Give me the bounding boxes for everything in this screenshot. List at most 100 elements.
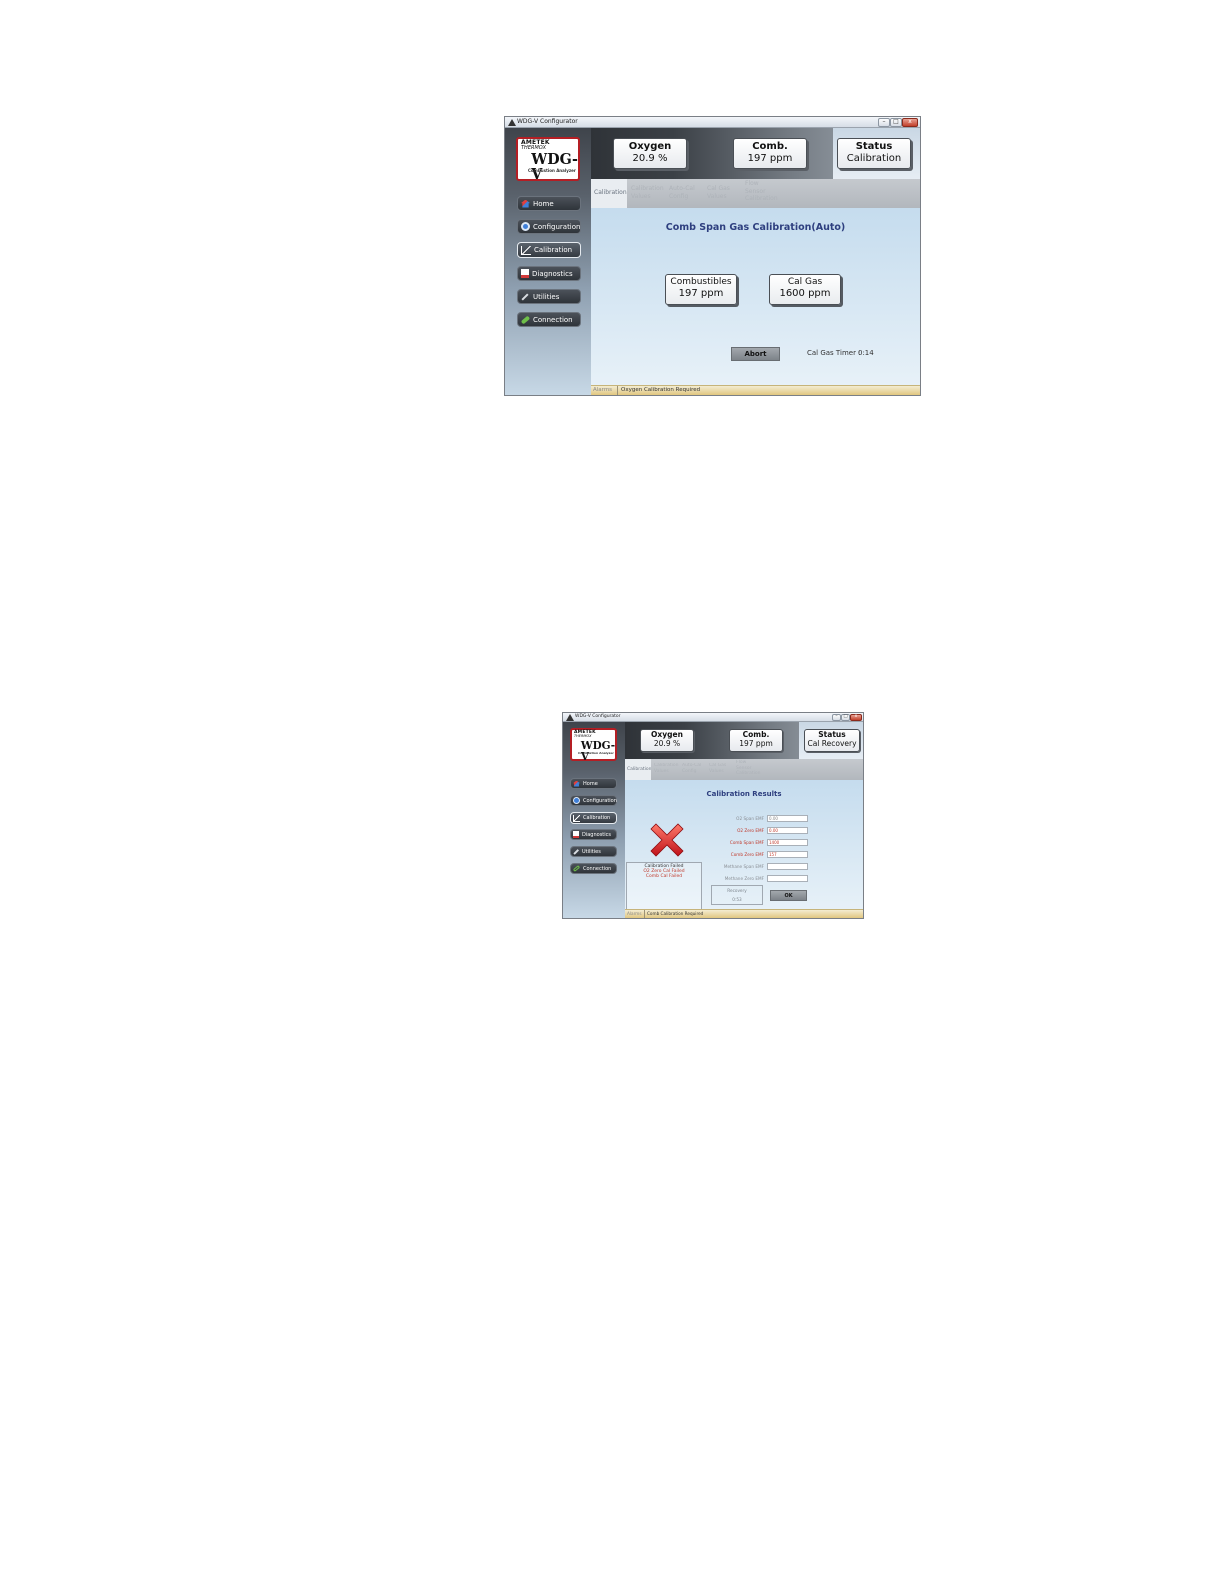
tab-calibration[interactable]: Calibration (591, 179, 627, 208)
tab-bar: Calibration Calibration Values Auto-Cal … (625, 759, 863, 780)
status-readout: Status Calibration (837, 138, 911, 169)
recovery-box: Recovery 0:53 (711, 885, 763, 905)
configurator-window-1: WDG-V Configurator – □ x AMETEK THERMOX … (504, 116, 921, 396)
comb-zero-emf-label: Comb Zero EMF (730, 852, 764, 857)
window-title: WDG-V Configurator (575, 714, 621, 719)
title-bar: WDG-V Configurator – □ x (505, 117, 920, 128)
minimize-button[interactable]: – (878, 118, 890, 127)
logo-tagline: Combustion Analyzer (578, 751, 614, 755)
nav-home[interactable]: Home (570, 778, 617, 789)
ok-button[interactable]: OK (770, 890, 807, 901)
window-title: WDG-V Configurator (517, 118, 578, 125)
status-value: Cal Recovery (807, 738, 857, 748)
comb-value: 197 ppm (739, 738, 773, 748)
calibration-icon (521, 245, 531, 255)
fail-line: Comb Cal Failed (645, 874, 683, 879)
panel-title: Calibration Results (706, 790, 782, 798)
status-value: Calibration (846, 152, 902, 164)
panel-title: Comb Span Gas Calibration(Auto) (665, 222, 846, 233)
tab-calibration-values[interactable]: Calibration Values (654, 763, 679, 774)
nav-utilities[interactable]: Utilities (570, 846, 617, 857)
tab-calibration-values[interactable]: Calibration Values (631, 185, 665, 200)
tab-flow-sensor-calibration[interactable]: Flow Sensor Calibration (736, 760, 762, 777)
cal-gas-timer-label: Cal Gas Timer : (807, 349, 861, 357)
comb-readout: Comb. 197 ppm (733, 138, 807, 169)
nav-diagnostics-label: Diagnostics (582, 831, 612, 838)
alarms-label: Alarms (593, 387, 613, 393)
app-logo-icon (566, 714, 574, 721)
wrench-icon (573, 848, 579, 855)
oxygen-label: Oxygen (628, 141, 672, 152)
o2-zero-emf-field: 0.00 (767, 827, 808, 834)
tab-flow-sensor-calibration[interactable]: Flow Sensor Calibration (745, 180, 781, 203)
methane-span-emf-label: Methane Span EMF (723, 864, 764, 869)
status-readout: Status Cal Recovery (804, 729, 860, 752)
maximize-button[interactable]: □ (841, 714, 850, 721)
gear-icon (521, 222, 530, 231)
nav-diagnostics[interactable]: Diagnostics (570, 829, 617, 840)
combustibles-box: Combustibles 197 ppm (665, 274, 737, 305)
combustibles-label: Combustibles (670, 277, 732, 287)
close-button[interactable]: x (850, 714, 862, 721)
methane-zero-emf-label: Methane Zero EMF (724, 876, 764, 881)
comb-zero-emf-field: 157 (767, 851, 808, 858)
recovery-label: Recovery (727, 888, 747, 893)
wdg-v-logo: AMETEK THERMOX WDG-V Combustion Analyzer (570, 728, 617, 762)
oxygen-readout: Oxygen 20.9 % (640, 729, 694, 752)
nav-utilities[interactable]: Utilities (517, 289, 581, 304)
tab-auto-cal-config[interactable]: Auto-Cal Config (682, 763, 704, 774)
status-divider (644, 910, 645, 918)
o2-span-emf-field: 0.00 (767, 815, 808, 822)
tab-cal-gas-values[interactable]: Cal Gas Values (709, 763, 729, 774)
link-icon (572, 865, 581, 872)
tab-auto-cal-config[interactable]: Auto-Cal Config (669, 185, 699, 200)
comb-label: Comb. (752, 141, 788, 152)
tab-cal-gas-values[interactable]: Cal Gas Values (707, 185, 735, 200)
alarm-message: Comb Calibration Required (647, 911, 704, 916)
nav-home[interactable]: Home (517, 196, 581, 211)
readout-bar: Oxygen 20.9 % Comb. 197 ppm Status Cal R… (625, 722, 863, 759)
error-x-icon (650, 823, 684, 857)
nav-configuration-label: Configuration (533, 222, 581, 231)
minimize-button[interactable]: – (832, 714, 841, 721)
status-label: Status (855, 141, 893, 152)
logo-tagline: Combustion Analyzer (528, 168, 576, 173)
comb-span-emf-label: Comb Span EMF (729, 840, 764, 845)
calibration-panel: Comb Span Gas Calibration(Auto) Combusti… (591, 208, 920, 386)
nav-connection-label: Connection (583, 865, 612, 872)
recovery-value: 0:53 (732, 897, 742, 902)
methane-zero-emf-field (767, 875, 808, 882)
nav-calibration-label: Calibration (534, 246, 573, 254)
nav-configuration[interactable]: Configuration (570, 795, 617, 806)
abort-button[interactable]: Abort (731, 347, 780, 361)
document-icon (521, 269, 529, 278)
nav-configuration[interactable]: Configuration (517, 219, 581, 234)
nav-connection-label: Connection (533, 315, 573, 324)
oxygen-value: 20.9 % (653, 738, 681, 748)
tab-calibration[interactable]: Calibration (625, 759, 651, 780)
o2-span-emf-label: O2 Span EMF (736, 816, 764, 821)
cal-gas-label: Cal Gas (787, 277, 823, 287)
nav-utilities-label: Utilities (533, 292, 560, 301)
link-icon (520, 315, 531, 324)
maximize-button[interactable]: □ (890, 118, 902, 127)
configurator-window-2: WDG-V Configurator – □ x AMETEK THERMOX … (562, 712, 864, 919)
tab-bar: Calibration Calibration Values Auto-Cal … (591, 179, 920, 208)
close-button[interactable]: x (902, 118, 918, 127)
nav-calibration[interactable]: Calibration (570, 812, 617, 824)
nav-calibration[interactable]: Calibration (517, 242, 581, 258)
combustibles-value: 197 ppm (678, 287, 724, 299)
calibration-icon (573, 814, 580, 822)
nav-connection[interactable]: Connection (517, 312, 581, 327)
nav-configuration-label: Configuration (583, 797, 617, 804)
readout-bar: Oxygen 20.9 % Comb. 197 ppm Status Calib… (591, 128, 920, 179)
nav-diagnostics[interactable]: Diagnostics (517, 266, 581, 281)
home-icon (521, 199, 530, 208)
nav-connection[interactable]: Connection (570, 863, 617, 874)
oxygen-readout: Oxygen 20.9 % (613, 138, 687, 169)
alarm-message: Oxygen Calibration Required (621, 387, 701, 393)
comb-span-emf-field: 1400 (767, 839, 808, 846)
sidebar: AMETEK THERMOX WDG-V Combustion Analyzer… (505, 128, 591, 395)
title-bar: WDG-V Configurator – □ x (563, 713, 863, 722)
results-panel: Calibration Results Calibration Failed O… (625, 780, 863, 910)
